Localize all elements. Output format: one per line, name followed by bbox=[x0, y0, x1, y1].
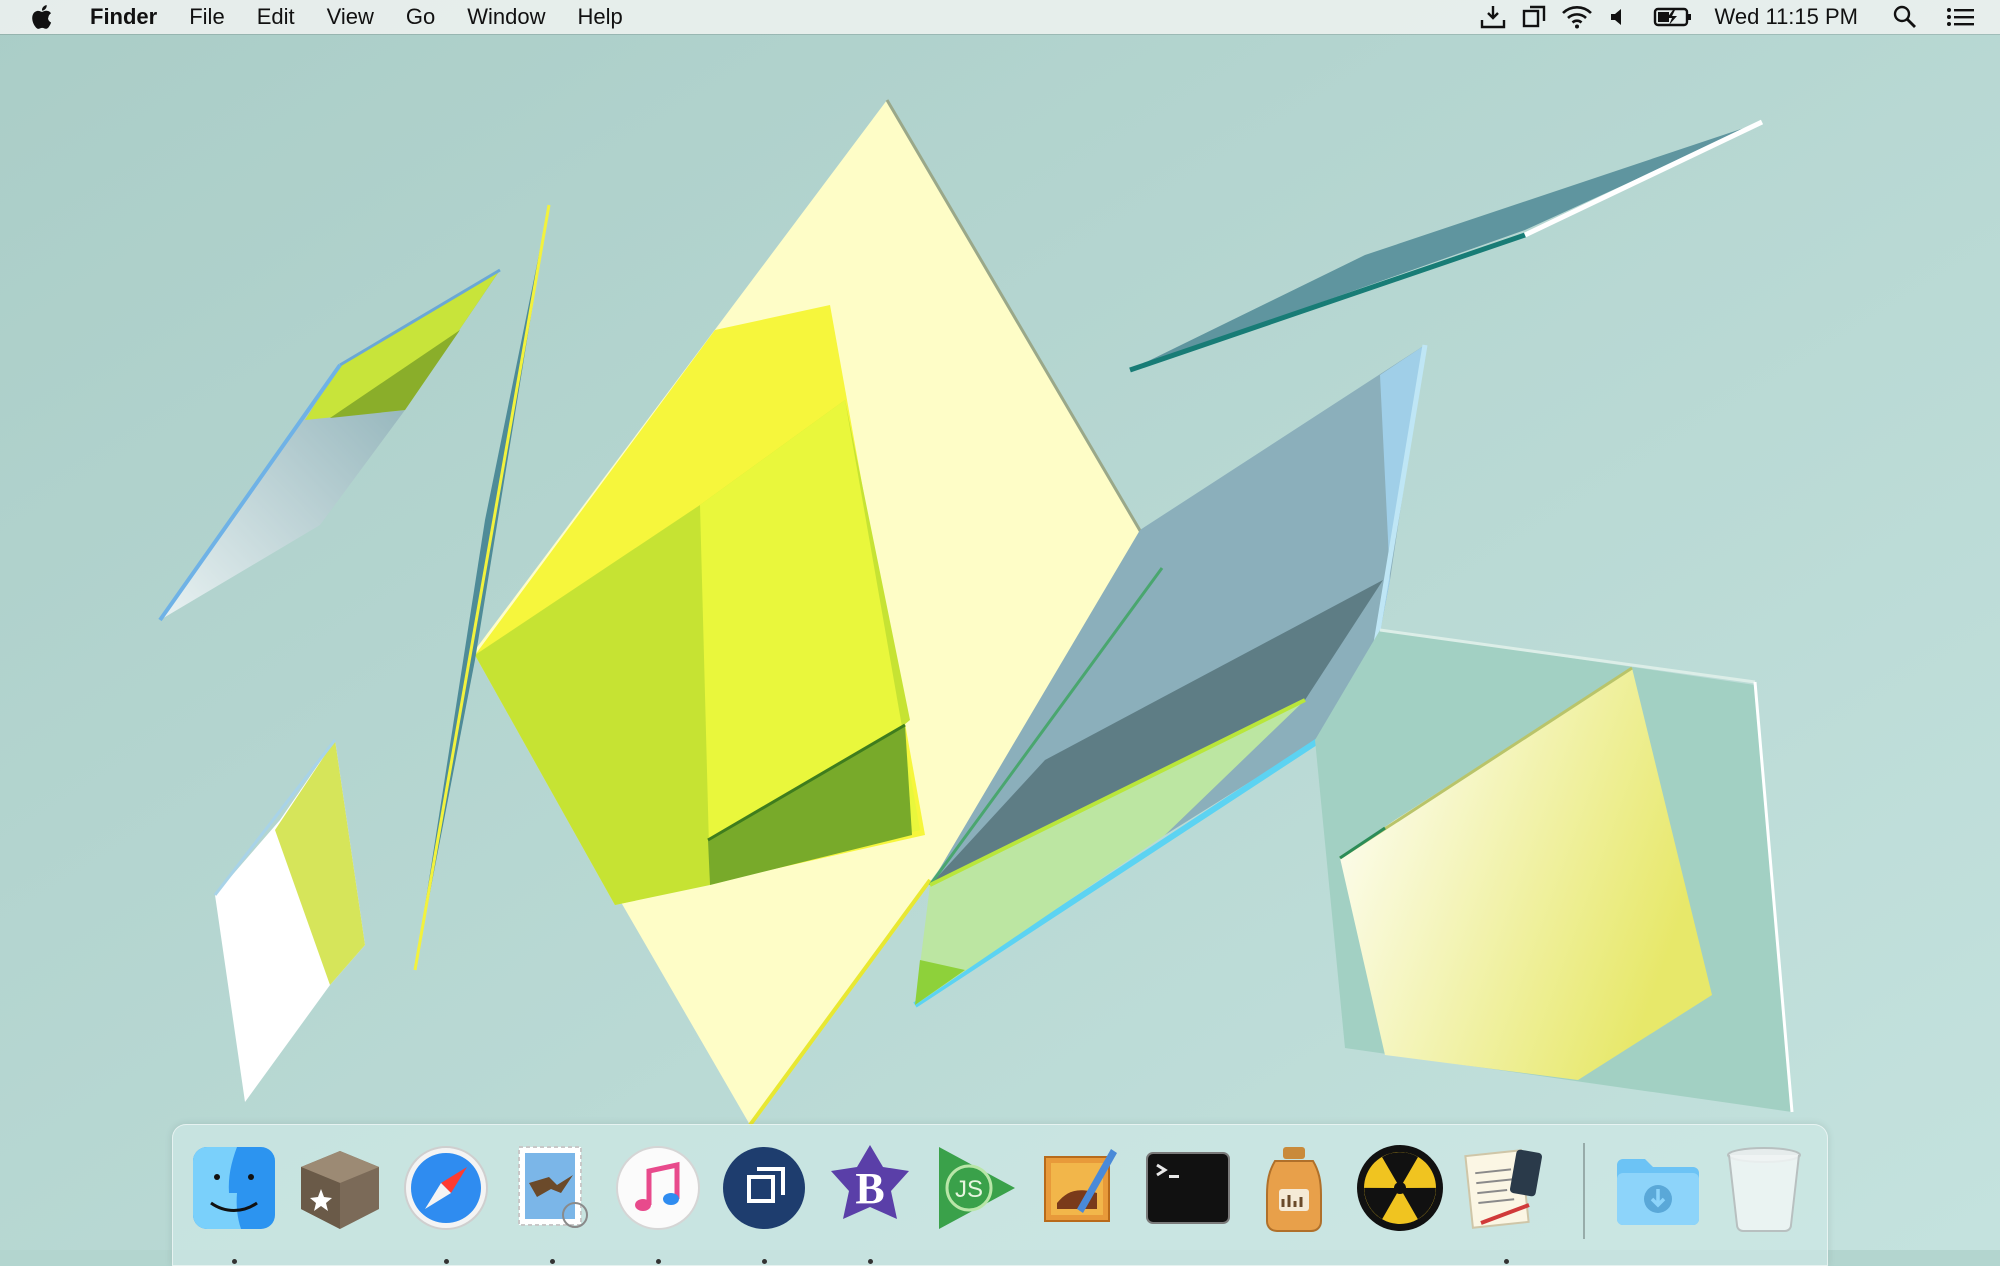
downloads-folder[interactable] bbox=[1613, 1143, 1703, 1235]
jar-icon bbox=[1266, 1147, 1322, 1232]
running-indicator bbox=[656, 1259, 661, 1264]
menu-file[interactable]: File bbox=[173, 0, 240, 34]
battery-charging-icon[interactable] bbox=[1653, 0, 1693, 34]
apple-logo-icon[interactable] bbox=[26, 0, 60, 34]
spotlight-search-icon[interactable] bbox=[1892, 0, 1918, 34]
running-indicator bbox=[444, 1259, 449, 1264]
bbedit-app[interactable]: B bbox=[825, 1143, 915, 1264]
preview-photo-icon bbox=[1044, 1149, 1117, 1222]
menu-view[interactable]: View bbox=[311, 0, 390, 34]
running-indicator bbox=[232, 1259, 237, 1264]
dock: B JS bbox=[172, 1124, 1828, 1266]
menu-bar: Finder File Edit View Go Window Help Wed… bbox=[0, 0, 2000, 34]
terminal-icon bbox=[1146, 1152, 1230, 1224]
terminal-app[interactable] bbox=[1143, 1143, 1233, 1235]
screen-sharing-icon bbox=[723, 1147, 805, 1229]
mail-app[interactable] bbox=[507, 1143, 597, 1264]
running-indicator bbox=[762, 1259, 767, 1264]
preview-app[interactable] bbox=[1037, 1143, 1127, 1235]
box-star-icon bbox=[301, 1151, 379, 1229]
svg-text:JS: JS bbox=[955, 1176, 983, 1203]
screen-mirror-icon[interactable] bbox=[1521, 0, 1547, 34]
safari-app[interactable] bbox=[401, 1143, 491, 1264]
desktop-wallpaper bbox=[0, 0, 2000, 1250]
javascript-app[interactable]: JS bbox=[931, 1143, 1021, 1235]
volume-icon[interactable] bbox=[1607, 0, 1629, 34]
dock-separator bbox=[1583, 1143, 1585, 1239]
svg-text:B: B bbox=[855, 1164, 884, 1213]
menu-clock[interactable]: Wed 11:15 PM bbox=[1715, 4, 1858, 30]
javascript-play-icon: JS bbox=[939, 1147, 1015, 1229]
safari-compass-icon bbox=[404, 1146, 488, 1230]
trash[interactable] bbox=[1719, 1143, 1809, 1235]
music-app[interactable] bbox=[613, 1143, 703, 1264]
wifi-icon[interactable] bbox=[1561, 0, 1593, 34]
radiation-icon bbox=[1357, 1145, 1443, 1231]
menu-help[interactable]: Help bbox=[562, 0, 639, 34]
radiation-app[interactable] bbox=[1355, 1143, 1445, 1235]
finder-app[interactable] bbox=[189, 1143, 279, 1264]
menu-go[interactable]: Go bbox=[390, 0, 451, 34]
bbedit-b-icon: B bbox=[831, 1145, 909, 1219]
running-indicator bbox=[1504, 1259, 1509, 1264]
menu-window[interactable]: Window bbox=[451, 0, 561, 34]
music-note-icon bbox=[616, 1146, 700, 1230]
download-icon[interactable] bbox=[1479, 0, 1507, 34]
trash-can-icon bbox=[1727, 1147, 1801, 1232]
screen-sharing-app[interactable] bbox=[719, 1143, 809, 1264]
menu-edit[interactable]: Edit bbox=[241, 0, 311, 34]
menu-app-name[interactable]: Finder bbox=[76, 0, 173, 34]
running-indicator bbox=[868, 1259, 873, 1264]
notes-paper-icon bbox=[1464, 1149, 1542, 1229]
notes-app[interactable] bbox=[1461, 1143, 1551, 1264]
finder-icon bbox=[193, 1147, 275, 1229]
archive-box-app[interactable] bbox=[295, 1143, 385, 1235]
jar-app[interactable] bbox=[1249, 1143, 1339, 1235]
running-indicator bbox=[550, 1259, 555, 1264]
downloads-folder-icon bbox=[1617, 1159, 1699, 1225]
mail-stamp-icon bbox=[518, 1146, 588, 1228]
notification-center-icon[interactable] bbox=[1946, 0, 1976, 34]
